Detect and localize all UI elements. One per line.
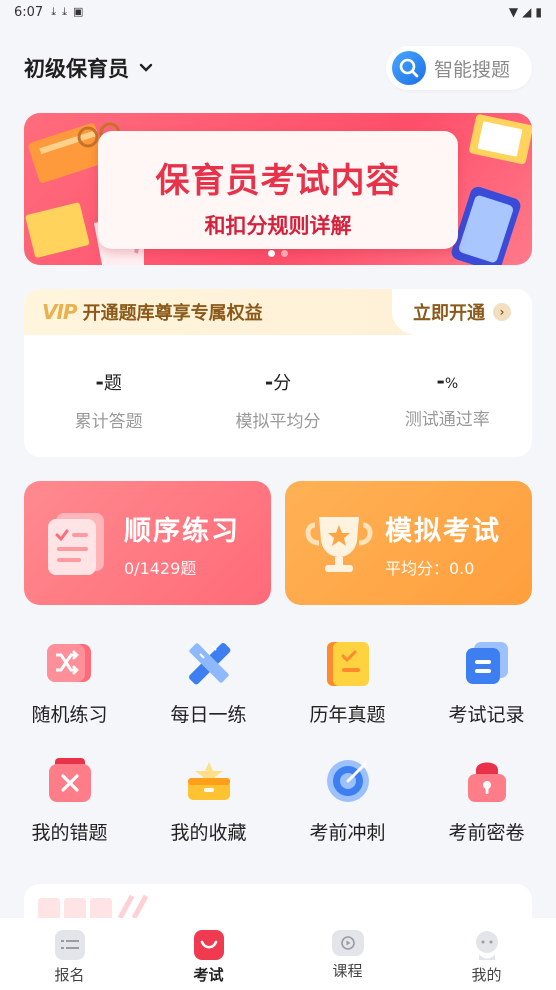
lock-icon [467, 762, 506, 802]
stat-value: - [436, 369, 445, 393]
page-title: 初级保育员 [24, 57, 129, 81]
stat-value: - [264, 370, 274, 394]
stat-average-score: -分 模拟平均分 [193, 369, 362, 432]
grid-label: 考试记录 [448, 704, 525, 726]
grid-label: 我的收藏 [170, 822, 247, 844]
tab-label: 考试 [193, 966, 224, 984]
exam-records-item[interactable]: 考试记录 [417, 640, 556, 758]
download-icon: ⤓ [62, 5, 67, 18]
past-exams-item[interactable]: 历年真题 [278, 640, 417, 758]
target-icon [326, 760, 369, 802]
tab-register[interactable]: 报名 [0, 918, 139, 990]
battery-icon: ▮ [535, 5, 542, 19]
banner-card: 保育员考试内容 和扣分规则详解 [98, 131, 458, 249]
search-icon [392, 51, 426, 85]
banner-subtitle: 和扣分规则详解 [204, 214, 352, 238]
feature-grid: 随机练习 每日一练 历年真题 考试记录 我的错题 我的收藏 考前冲刺 考前密卷 [0, 640, 556, 876]
daily-practice-item[interactable]: 每日一练 [139, 640, 278, 758]
tab-label: 课程 [332, 962, 363, 980]
pencil-ruler-icon [188, 643, 230, 685]
practice-progress: 0/1429题 [124, 559, 197, 578]
stat-unit: % [444, 376, 459, 392]
grid-label: 考前密卷 [448, 822, 525, 844]
random-practice-item[interactable]: 随机练习 [0, 640, 139, 758]
app-notification-icon: ▣ [72, 5, 84, 18]
tab-exam[interactable]: 考试 [139, 918, 278, 990]
promo-banner[interactable]: 保育员考试内容 和扣分规则详解 [24, 113, 532, 265]
vip-text: 开通题库尊享专属权益 [82, 303, 263, 324]
tab-mine[interactable]: 我的 [417, 918, 556, 990]
past-papers-icon [326, 642, 369, 686]
grid-label: 每日一练 [170, 704, 247, 726]
secret-papers-item[interactable]: 考前密卷 [417, 758, 556, 876]
trophy-icon [305, 517, 373, 572]
sequential-practice-card[interactable]: 顺序练习 0/1429题 [24, 481, 271, 605]
exam-selector[interactable]: 初级保育员 [24, 53, 153, 83]
chevron-right-icon: › [493, 303, 511, 321]
grid-label: 历年真题 [309, 704, 386, 726]
carousel-dot-active[interactable] [268, 250, 275, 257]
wifi-icon: ▼ [508, 5, 519, 19]
exam-average: 平均分：0.0 [385, 559, 475, 578]
stat-unit: 分 [273, 373, 292, 394]
header: 初级保育员 智能搜题 [24, 46, 532, 90]
checklist-icon [48, 513, 104, 575]
shuffle-icon [46, 644, 91, 682]
grid-label: 考前冲刺 [309, 822, 386, 844]
exam-smile-icon [193, 930, 224, 960]
stat-pass-rate: -% 测试通过率 [363, 369, 532, 432]
wrong-answer-icon [48, 758, 91, 802]
mock-exam-card[interactable]: 模拟考试 平均分：0.0 [285, 481, 532, 605]
signal-icon: ◢ [522, 5, 532, 19]
stat-label: 模拟平均分 [235, 412, 321, 432]
smart-search-button[interactable]: 智能搜题 [386, 46, 532, 90]
tab-courses[interactable]: 课程 [278, 918, 417, 990]
practice-title: 顺序练习 [124, 516, 240, 547]
stat-unit: 题 [103, 373, 122, 394]
stat-value: - [95, 370, 104, 394]
wrong-questions-item[interactable]: 我的错题 [0, 758, 139, 876]
vip-open-label: 立即开通 [413, 303, 485, 324]
download-icon: ⤓ [51, 5, 57, 18]
stats-row: -题 累计答题 -分 模拟平均分 -% 测试通过率 [24, 369, 532, 432]
exam-title: 模拟考试 [385, 516, 501, 547]
search-label: 智能搜题 [434, 58, 511, 81]
sprint-item[interactable]: 考前冲刺 [278, 758, 417, 876]
chevron-down-icon [139, 61, 153, 77]
stat-label: 测试通过率 [404, 410, 490, 430]
carousel-dot[interactable] [281, 250, 288, 257]
stat-label: 累计答题 [74, 412, 143, 432]
partial-heading-decoration [38, 894, 149, 920]
profile-icon [472, 930, 502, 960]
grid-label: 我的错题 [31, 822, 108, 844]
vip-open-button[interactable]: 立即开通 › [392, 289, 532, 335]
banner-title: 保育员考试内容 [155, 161, 401, 201]
status-time: 6:07 [14, 4, 44, 20]
vip-card: VIP 开通题库尊享专属权益 立即开通 › -题 累计答题 -分 模拟平均分 -… [24, 289, 532, 457]
vip-badge: VIP [42, 300, 78, 324]
favorites-box-icon [187, 762, 230, 800]
stat-total-answered: -题 累计答题 [24, 369, 193, 432]
favorites-item[interactable]: 我的收藏 [139, 758, 278, 876]
tab-label: 我的 [471, 966, 502, 984]
register-icon [54, 930, 85, 960]
bottom-tabbar: 报名 考试 课程 我的 [0, 918, 556, 990]
tab-label: 报名 [54, 966, 85, 984]
carousel-dots [24, 250, 532, 257]
grid-label: 随机练习 [31, 704, 108, 726]
status-bar: 6:07 ⤓ ⤓ ▣ ▼ ◢ ▮ [0, 0, 556, 24]
play-icon [331, 930, 364, 956]
records-icon [465, 642, 508, 684]
